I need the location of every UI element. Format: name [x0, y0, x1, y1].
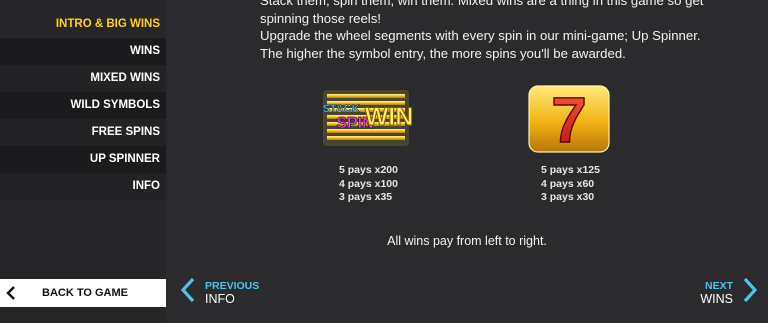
seven-glyph: 7	[551, 84, 587, 154]
description-line: The higher the symbol entry, the more sp…	[260, 45, 626, 61]
seven-symbol: 7	[528, 84, 610, 154]
previous-label: PREVIOUS	[205, 279, 260, 292]
pay-line: 4 pays x100	[339, 177, 398, 190]
stack-spin-win-symbol: SPIN STACK WIN	[322, 90, 414, 146]
sidebar-menu: INTRO & BIG WINS WINS MIXED WINS WILD SY…	[0, 11, 166, 200]
sidebar: INTRO & BIG WINS WINS MIXED WINS WILD SY…	[0, 0, 166, 323]
sidebar-item-up-spinner[interactable]: UP SPINNER	[0, 146, 166, 173]
pays-list: 5 pays x125 4 pays x60 3 pays x30	[541, 164, 600, 205]
back-to-game-button[interactable]: BACK TO GAME	[0, 279, 166, 307]
chevron-left-icon	[0, 286, 22, 300]
pay-line: 4 pays x60	[541, 177, 595, 190]
intro-description: Stack them, spin them, win them. Mixed w…	[260, 0, 740, 62]
description-line: spinning those reels!	[260, 10, 381, 26]
sidebar-item-intro-big-wins[interactable]: INTRO & BIG WINS	[0, 11, 166, 38]
pay-line: 5 pays x125	[541, 164, 600, 176]
paytable-screen: INTRO & BIG WINS WINS MIXED WINS WILD SY…	[0, 0, 768, 323]
chevron-right-icon	[742, 277, 758, 308]
symbol-logo-top: STACK	[322, 103, 359, 115]
chevron-left-icon	[180, 277, 196, 308]
previous-page-button[interactable]: PREVIOUS INFO	[180, 277, 259, 308]
main-panel: Stack them, spin them, win them. Mixed w…	[166, 0, 768, 323]
description-line: Upgrade the wheel segments with every sp…	[260, 28, 701, 43]
pay-line: 3 pays x30	[541, 191, 595, 203]
next-page-button[interactable]: NEXT WINS	[700, 277, 758, 308]
symbol-logo-right: WIN	[365, 103, 414, 131]
payline-note: All wins pay from left to right.	[387, 234, 547, 248]
description-line: Stack them, spin them, win them. Mixed w…	[260, 0, 704, 8]
back-to-game-label: BACK TO GAME	[42, 287, 128, 299]
pay-line: 5 pays x200	[339, 164, 398, 176]
sidebar-item-info[interactable]: INFO	[0, 173, 166, 200]
sidebar-item-wins[interactable]: WINS	[0, 38, 166, 65]
pays-list: 5 pays x200 4 pays x100 3 pays x35	[339, 164, 398, 205]
next-label: NEXT	[704, 279, 733, 292]
sidebar-item-free-spins[interactable]: FREE SPINS	[0, 119, 166, 146]
pay-line: 3 pays x35	[339, 191, 393, 203]
sidebar-item-wild-symbols[interactable]: WILD SYMBOLS	[0, 92, 166, 119]
next-page-name: WINS	[700, 291, 733, 306]
previous-page-name: INFO	[205, 291, 235, 306]
sidebar-item-mixed-wins[interactable]: MIXED WINS	[0, 65, 166, 92]
